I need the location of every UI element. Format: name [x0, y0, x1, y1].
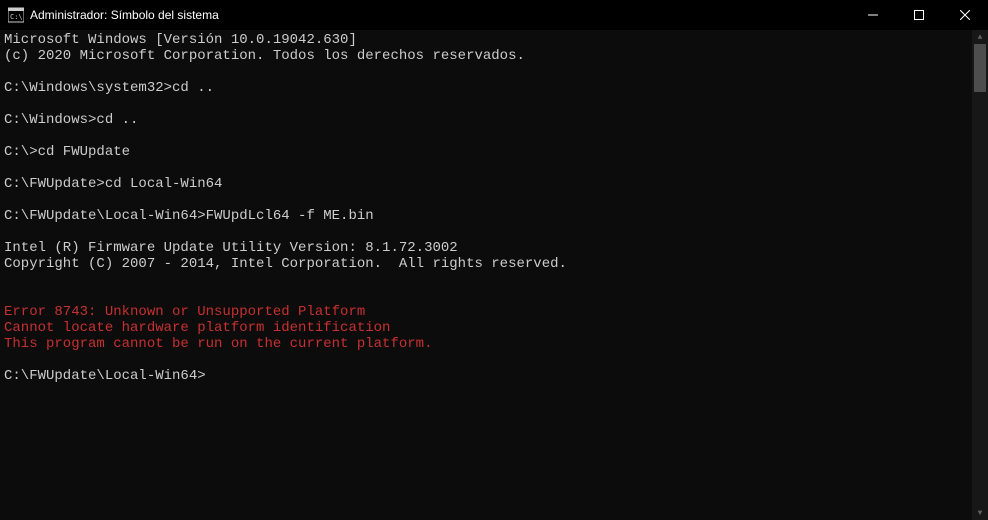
terminal-area: Microsoft Windows [Versión 10.0.19042.63…	[0, 30, 988, 520]
vertical-scrollbar[interactable]: ▲ ▼	[972, 30, 988, 520]
terminal-line	[4, 224, 968, 240]
minimize-button[interactable]	[850, 0, 896, 30]
cmd-icon: C:\	[8, 7, 24, 23]
scrollbar-thumb[interactable]	[974, 44, 986, 92]
terminal-line: C:\FWUpdate\Local-Win64>FWUpdLcl64 -f ME…	[4, 208, 968, 224]
terminal-line	[4, 96, 968, 112]
terminal-line: C:\FWUpdate>cd Local-Win64	[4, 176, 968, 192]
scroll-up-arrow[interactable]: ▲	[972, 30, 988, 44]
close-button[interactable]	[942, 0, 988, 30]
terminal-line	[4, 288, 968, 304]
terminal-error-line: Error 8743: Unknown or Unsupported Platf…	[4, 304, 968, 320]
titlebar[interactable]: C:\ Administrador: Símbolo del sistema	[0, 0, 988, 30]
terminal-prompt-line[interactable]: C:\FWUpdate\Local-Win64>	[4, 368, 968, 384]
terminal-prompt: C:\FWUpdate\Local-Win64>	[4, 368, 206, 384]
terminal-line	[4, 272, 968, 288]
terminal-line	[4, 192, 968, 208]
terminal-line	[4, 160, 968, 176]
svg-text:C:\: C:\	[10, 13, 23, 21]
window-controls	[850, 0, 988, 30]
maximize-button[interactable]	[896, 0, 942, 30]
scroll-down-arrow[interactable]: ▼	[972, 506, 988, 520]
cmd-window: C:\ Administrador: Símbolo del sistema M…	[0, 0, 988, 520]
terminal-line	[4, 64, 968, 80]
window-title: Administrador: Símbolo del sistema	[30, 8, 850, 22]
terminal-line: Copyright (C) 2007 - 2014, Intel Corpora…	[4, 256, 968, 272]
terminal-error-line: Cannot locate hardware platform identifi…	[4, 320, 968, 336]
terminal-line: C:\>cd FWUpdate	[4, 144, 968, 160]
terminal-line: C:\Windows\system32>cd ..	[4, 80, 968, 96]
terminal-line: C:\Windows>cd ..	[4, 112, 968, 128]
terminal-output[interactable]: Microsoft Windows [Versión 10.0.19042.63…	[0, 30, 972, 520]
terminal-line	[4, 128, 968, 144]
terminal-error-line: This program cannot be run on the curren…	[4, 336, 968, 352]
terminal-line: (c) 2020 Microsoft Corporation. Todos lo…	[4, 48, 968, 64]
terminal-line	[4, 352, 968, 368]
terminal-line: Microsoft Windows [Versión 10.0.19042.63…	[4, 32, 968, 48]
terminal-line: Intel (R) Firmware Update Utility Versio…	[4, 240, 968, 256]
